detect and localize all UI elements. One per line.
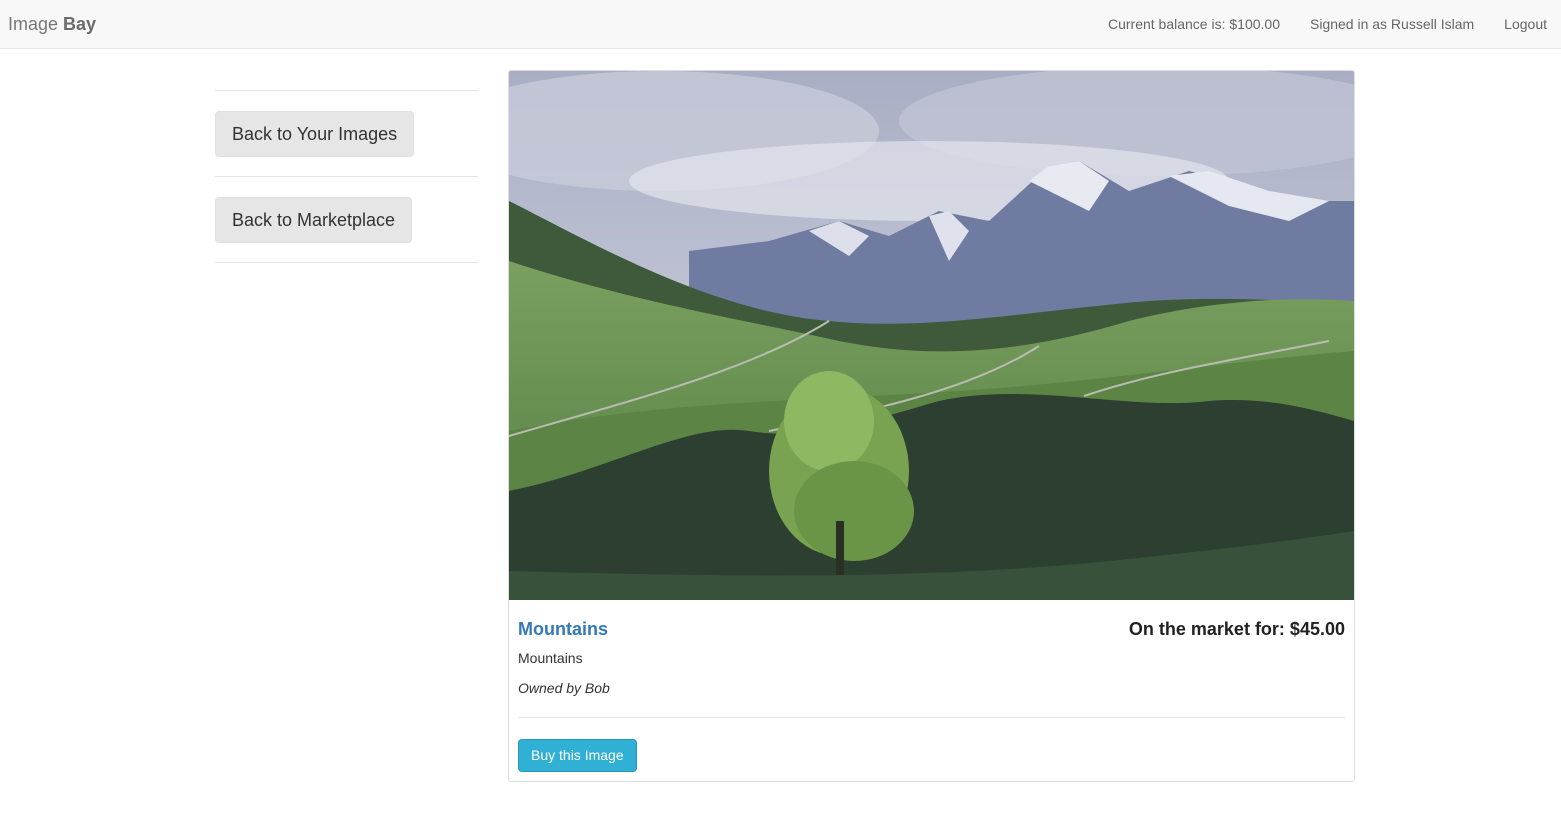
image-description: Mountains	[518, 650, 583, 666]
image-owner: Owned by Bob	[518, 680, 610, 696]
buy-image-button[interactable]: Buy this Image	[518, 739, 637, 772]
brand-text-bold: Bay	[63, 14, 97, 34]
brand-logo[interactable]: Image Bay	[8, 13, 96, 35]
sidebar-row: Back to Marketplace	[215, 176, 478, 262]
signed-in-text: Signed in as Russell Islam	[1309, 16, 1475, 32]
sidebar-row: Back to Your Images	[215, 90, 478, 176]
logout-link[interactable]: Logout	[1504, 15, 1547, 33]
balance-text: Current balance is: $100.00	[1107, 16, 1280, 32]
navbar-right: Current balance is: $100.00 Signed in as…	[1078, 15, 1547, 33]
card-divider	[518, 717, 1345, 718]
image-card: Mountains On the market for: $45.00 Moun…	[508, 70, 1355, 782]
brand-text-light: Image	[8, 14, 59, 34]
top-navbar: Image Bay Current balance is: $100.00 Si…	[0, 0, 1561, 49]
image-title-link[interactable]: Mountains	[518, 618, 608, 640]
back-to-marketplace-button[interactable]: Back to Marketplace	[215, 197, 413, 243]
mountain-photo	[509, 71, 1354, 600]
market-price: On the market for: $45.00	[1128, 619, 1345, 639]
back-to-your-images-button[interactable]: Back to Your Images	[215, 111, 415, 157]
sidebar: Back to Your Images Back to Marketplace	[215, 90, 478, 263]
sidebar-divider	[215, 262, 478, 263]
